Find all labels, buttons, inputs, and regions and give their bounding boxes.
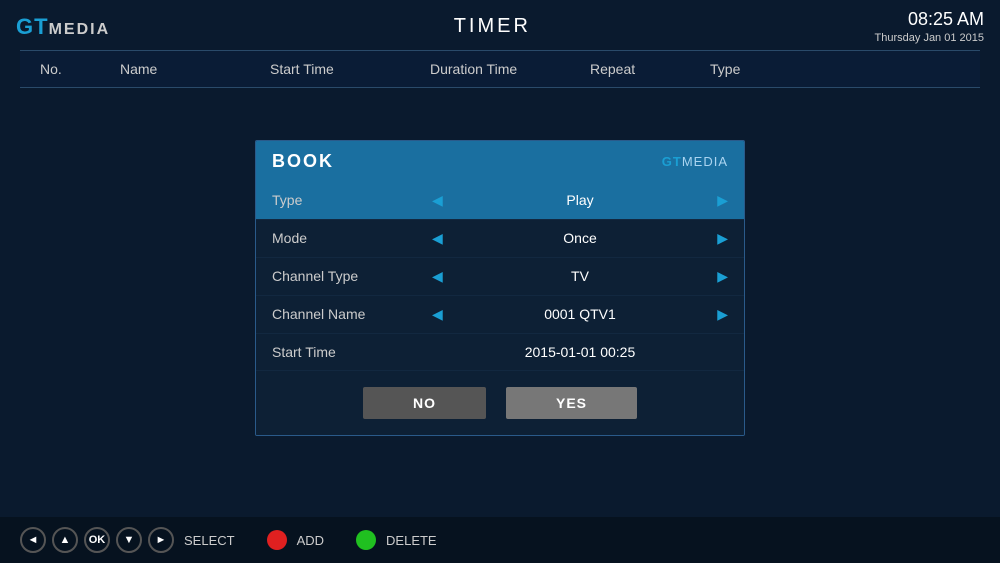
- dialog-logo: GTMEDIA: [662, 154, 728, 169]
- col-repeat: Repeat: [590, 61, 710, 77]
- yes-button[interactable]: YES: [506, 387, 637, 419]
- row-channel-name-label: Channel Name: [272, 306, 432, 322]
- row-type-value: Play: [451, 192, 709, 208]
- logo-text: GTMEDIA: [16, 14, 110, 40]
- dialog-title: BOOK: [272, 151, 334, 172]
- row-start-time-label: Start Time: [272, 344, 432, 360]
- row-type-label: Type: [272, 192, 432, 208]
- type-arrow-right[interactable]: [717, 192, 728, 209]
- add-label: ADD: [297, 533, 324, 548]
- page-title: TIMER: [454, 15, 531, 38]
- dialog-header: BOOK GTMEDIA: [256, 141, 744, 182]
- add-dot-icon: [267, 530, 287, 550]
- footer: ◄ ▲ OK ▼ ► SELECT ADD DELETE: [0, 517, 1000, 563]
- nav-down-icon[interactable]: ▼: [116, 527, 142, 553]
- col-type: Type: [710, 61, 810, 77]
- current-time: 08:25 AM: [875, 8, 984, 31]
- book-dialog: BOOK GTMEDIA Type Play Mode Once Channel…: [255, 140, 745, 436]
- nav-left-icon[interactable]: ◄: [20, 527, 46, 553]
- row-channel-type-label: Channel Type: [272, 268, 432, 284]
- row-type: Type Play: [256, 182, 744, 220]
- channel-name-arrow-right[interactable]: [717, 306, 728, 323]
- select-label: SELECT: [184, 533, 235, 548]
- nav-ok-icon[interactable]: OK: [84, 527, 110, 553]
- row-mode-label: Mode: [272, 230, 432, 246]
- row-start-time-value: 2015-01-01 00:25: [452, 344, 708, 360]
- row-start-time: Start Time 2015-01-01 00:25: [256, 334, 744, 371]
- delete-label: DELETE: [386, 533, 437, 548]
- mode-arrow-right[interactable]: [717, 230, 728, 247]
- col-start-time: Start Time: [270, 61, 430, 77]
- type-arrow-left[interactable]: [432, 192, 443, 209]
- delete-dot-icon: [356, 530, 376, 550]
- datetime: 08:25 AM Thursday Jan 01 2015: [875, 8, 984, 46]
- footer-add-group: ADD: [267, 530, 324, 550]
- no-button[interactable]: NO: [363, 387, 486, 419]
- mode-arrow-left[interactable]: [432, 230, 443, 247]
- channel-name-arrow-left[interactable]: [432, 306, 443, 323]
- row-mode: Mode Once: [256, 220, 744, 258]
- footer-nav-icons: ◄ ▲ OK ▼ ► SELECT: [20, 527, 235, 553]
- header: GTMEDIA TIMER 08:25 AM Thursday Jan 01 2…: [0, 0, 1000, 50]
- row-mode-value: Once: [451, 230, 709, 246]
- col-no: No.: [40, 61, 120, 77]
- channel-type-arrow-right[interactable]: [717, 268, 728, 285]
- footer-delete-group: DELETE: [356, 530, 437, 550]
- dialog-buttons: NO YES: [256, 371, 744, 435]
- table-header: No. Name Start Time Duration Time Repeat…: [20, 50, 980, 88]
- nav-up-icon[interactable]: ▲: [52, 527, 78, 553]
- current-date: Thursday Jan 01 2015: [875, 31, 984, 45]
- col-name: Name: [120, 61, 270, 77]
- channel-type-arrow-left[interactable]: [432, 268, 443, 285]
- row-channel-name: Channel Name 0001 QTV1: [256, 296, 744, 334]
- col-duration-time: Duration Time: [430, 61, 590, 77]
- content-area: BOOK GTMEDIA Type Play Mode Once Channel…: [20, 98, 980, 478]
- row-channel-name-value: 0001 QTV1: [451, 306, 709, 322]
- nav-right-icon[interactable]: ►: [148, 527, 174, 553]
- row-channel-type-value: TV: [451, 268, 709, 284]
- row-channel-type: Channel Type TV: [256, 258, 744, 296]
- logo: GTMEDIA: [16, 14, 110, 40]
